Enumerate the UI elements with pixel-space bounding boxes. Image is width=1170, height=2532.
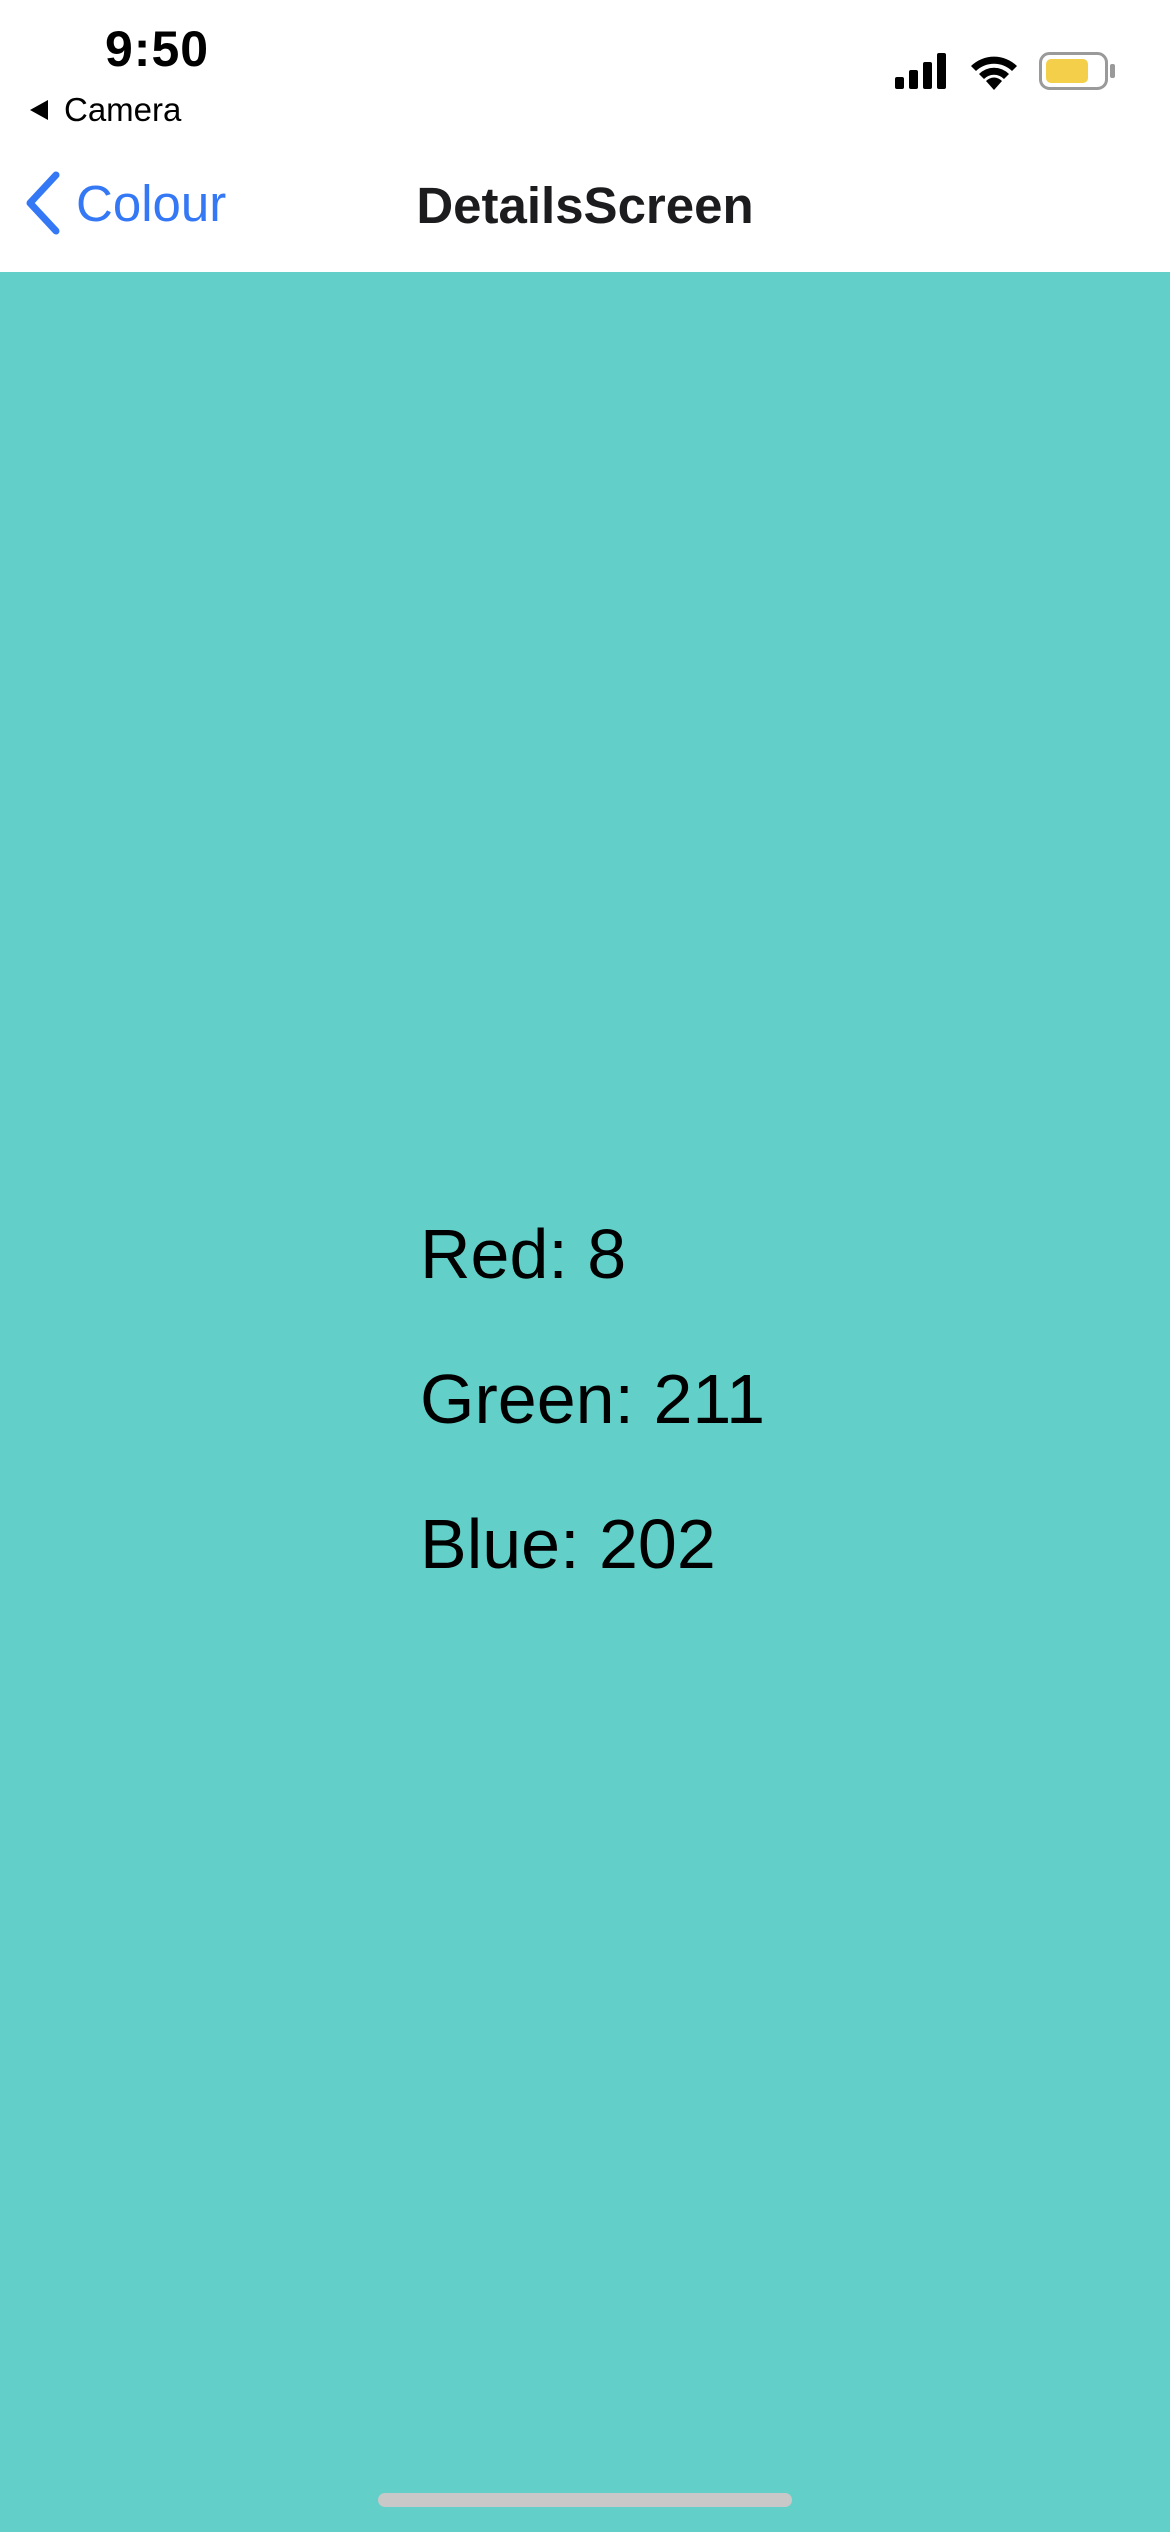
status-bar: 9:50 Camera (0, 0, 1170, 140)
back-to-app-link[interactable]: Camera (30, 90, 181, 130)
cellular-signal-icon (895, 53, 946, 89)
red-value: Red: 8 (420, 1215, 627, 1293)
chevron-left-icon (26, 171, 60, 235)
back-to-app-label: Camera (64, 91, 182, 128)
home-indicator[interactable] (378, 2493, 792, 2507)
green-value: Green: 211 (420, 1360, 766, 1438)
triangle-left-icon (30, 100, 48, 120)
blue-value: Blue: 202 (420, 1505, 716, 1583)
colour-values: Red: 8 Green: 211 Blue: 202 (420, 1182, 765, 1617)
colour-details-content: Red: 8 Green: 211 Blue: 202 (0, 272, 1170, 2532)
nav-back-label: Colour (76, 174, 227, 232)
wifi-icon (971, 56, 1017, 90)
navigation-bar: Colour DetailsScreen (0, 140, 1170, 272)
battery-icon (1039, 52, 1115, 90)
status-icons (895, 52, 1115, 90)
status-time: 9:50 (105, 21, 210, 77)
nav-back-button[interactable]: Colour (22, 168, 226, 238)
